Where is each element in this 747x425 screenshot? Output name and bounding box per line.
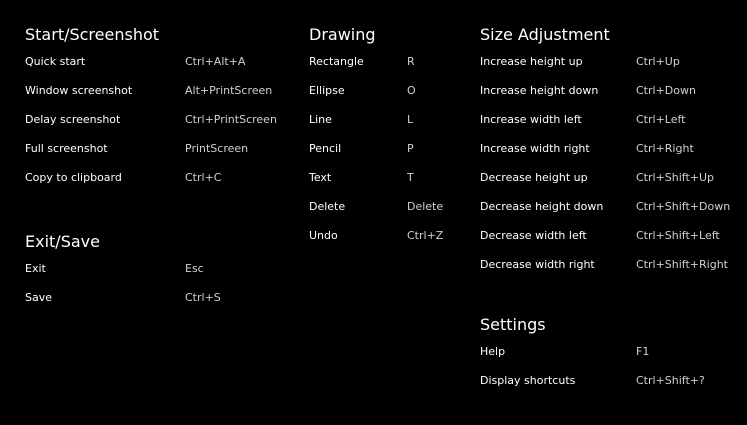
shortcut-row-display-shortcuts: Display shortcuts Ctrl+Shift+? [480,372,705,401]
action-label: Ellipse [309,84,345,97]
action-label: Help [480,345,506,358]
shortcut-key: Ctrl+C [185,171,222,184]
action-label: Window screenshot [25,84,133,97]
section-title-settings: Settings [480,315,546,334]
shortcut-row-increase-height-down: Increase height down Ctrl+Down [480,82,696,111]
shortcut-key: Ctrl+Alt+A [185,55,246,68]
shortcut-key: Ctrl+Down [636,84,696,97]
action-label: Increase width right [480,142,590,155]
shortcut-row-line: Line L [309,111,413,140]
action-label: Decrease width right [480,258,595,271]
shortcut-row-decrease-width-right: Decrease width right Ctrl+Shift+Right [480,256,728,285]
action-label: Line [309,113,332,126]
shortcut-row-decrease-width-left: Decrease width left Ctrl+Shift+Left [480,227,720,256]
action-label: Pencil [309,142,342,155]
shortcut-key: T [407,171,414,184]
action-label: Increase height down [480,84,599,97]
shortcut-key: Ctrl+Up [636,55,680,68]
shortcut-row-exit: Exit Esc [25,260,204,289]
shortcut-key: PrintScreen [185,142,249,155]
shortcut-key: Esc [185,262,204,275]
action-label: Save [25,291,53,304]
shortcut-row-text: Text T [309,169,414,198]
action-label: Decrease height down [480,200,604,213]
action-label: Rectangle [309,55,364,68]
action-label: Decrease width left [480,229,587,242]
shortcut-key: Ctrl+Shift+? [636,374,705,387]
action-label: Exit [25,262,46,275]
shortcut-key: Ctrl+Z [407,229,444,242]
section-size-adjustment: Size Adjustment Increase height up Ctrl+… [480,24,730,285]
shortcut-row-undo: Undo Ctrl+Z [309,227,443,256]
shortcut-key: O [407,84,416,97]
action-label: Text [309,171,332,184]
shortcut-row-quick-start: Quick start Ctrl+Alt+A [25,53,245,82]
shortcut-row-ellipse: Ellipse O [309,82,416,111]
shortcut-row-window-screenshot: Window screenshot Alt+PrintScreen [25,82,272,111]
shortcut-key: Ctrl+Shift+Right [636,258,728,271]
shortcut-row-delete: Delete Delete [309,198,443,227]
section-start-screenshot: Start/Screenshot Quick start Ctrl+Alt+A … [25,24,277,198]
shortcut-key: F1 [636,345,650,358]
shortcut-key: Ctrl+Left [636,113,686,126]
shortcut-row-decrease-height-down: Decrease height down Ctrl+Shift+Down [480,198,730,227]
action-label: Decrease height up [480,171,588,184]
shortcut-row-full-screenshot: Full screenshot PrintScreen [25,140,248,169]
action-label: Undo [309,229,338,242]
section-title-start-screenshot: Start/Screenshot [25,25,160,44]
shortcut-row-increase-width-left: Increase width left Ctrl+Left [480,111,685,140]
action-label: Copy to clipboard [25,171,122,184]
shortcut-key: Ctrl+Shift+Down [636,200,731,213]
shortcut-key: R [407,55,415,68]
shortcut-row-pencil: Pencil P [309,140,414,169]
shortcut-row-rectangle: Rectangle R [309,53,415,82]
action-label: Quick start [25,55,86,68]
action-label: Display shortcuts [480,374,576,387]
shortcut-key: L [407,113,414,126]
shortcut-key: Ctrl+Right [636,142,694,155]
shortcut-key: Ctrl+S [185,291,221,304]
shortcut-key: Alt+PrintScreen [185,84,273,97]
shortcut-row-help: Help F1 [480,343,649,372]
action-label: Increase width left [480,113,582,126]
shortcut-row-decrease-height-up: Decrease height up Ctrl+Shift+Up [480,169,714,198]
section-drawing: Drawing Rectangle R Ellipse O Line L Pen… [309,24,443,256]
shortcut-row-increase-height-up: Increase height up Ctrl+Up [480,53,680,82]
section-title-size-adjustment: Size Adjustment [480,25,610,44]
shortcut-key: Ctrl+Shift+Left [636,229,720,242]
shortcut-row-copy-to-clipboard: Copy to clipboard Ctrl+C [25,169,221,198]
action-label: Delay screenshot [25,113,121,126]
section-title-drawing: Drawing [309,25,376,44]
section-exit-save: Exit/Save Exit Esc Save Ctrl+S [25,231,221,318]
shortcut-key: Delete [407,200,444,213]
shortcut-key: Ctrl+PrintScreen [185,113,277,126]
shortcut-key: P [407,142,414,155]
section-title-exit-save: Exit/Save [25,232,100,251]
shortcut-row-save: Save Ctrl+S [25,289,221,318]
shortcut-key: Ctrl+Shift+Up [636,171,715,184]
action-label: Full screenshot [25,142,108,155]
shortcut-row-delay-screenshot: Delay screenshot Ctrl+PrintScreen [25,111,277,140]
shortcut-row-increase-width-right: Increase width right Ctrl+Right [480,140,694,169]
action-label: Increase height up [480,55,583,68]
action-label: Delete [309,200,346,213]
section-settings: Settings Help F1 Display shortcuts Ctrl+… [480,314,705,401]
